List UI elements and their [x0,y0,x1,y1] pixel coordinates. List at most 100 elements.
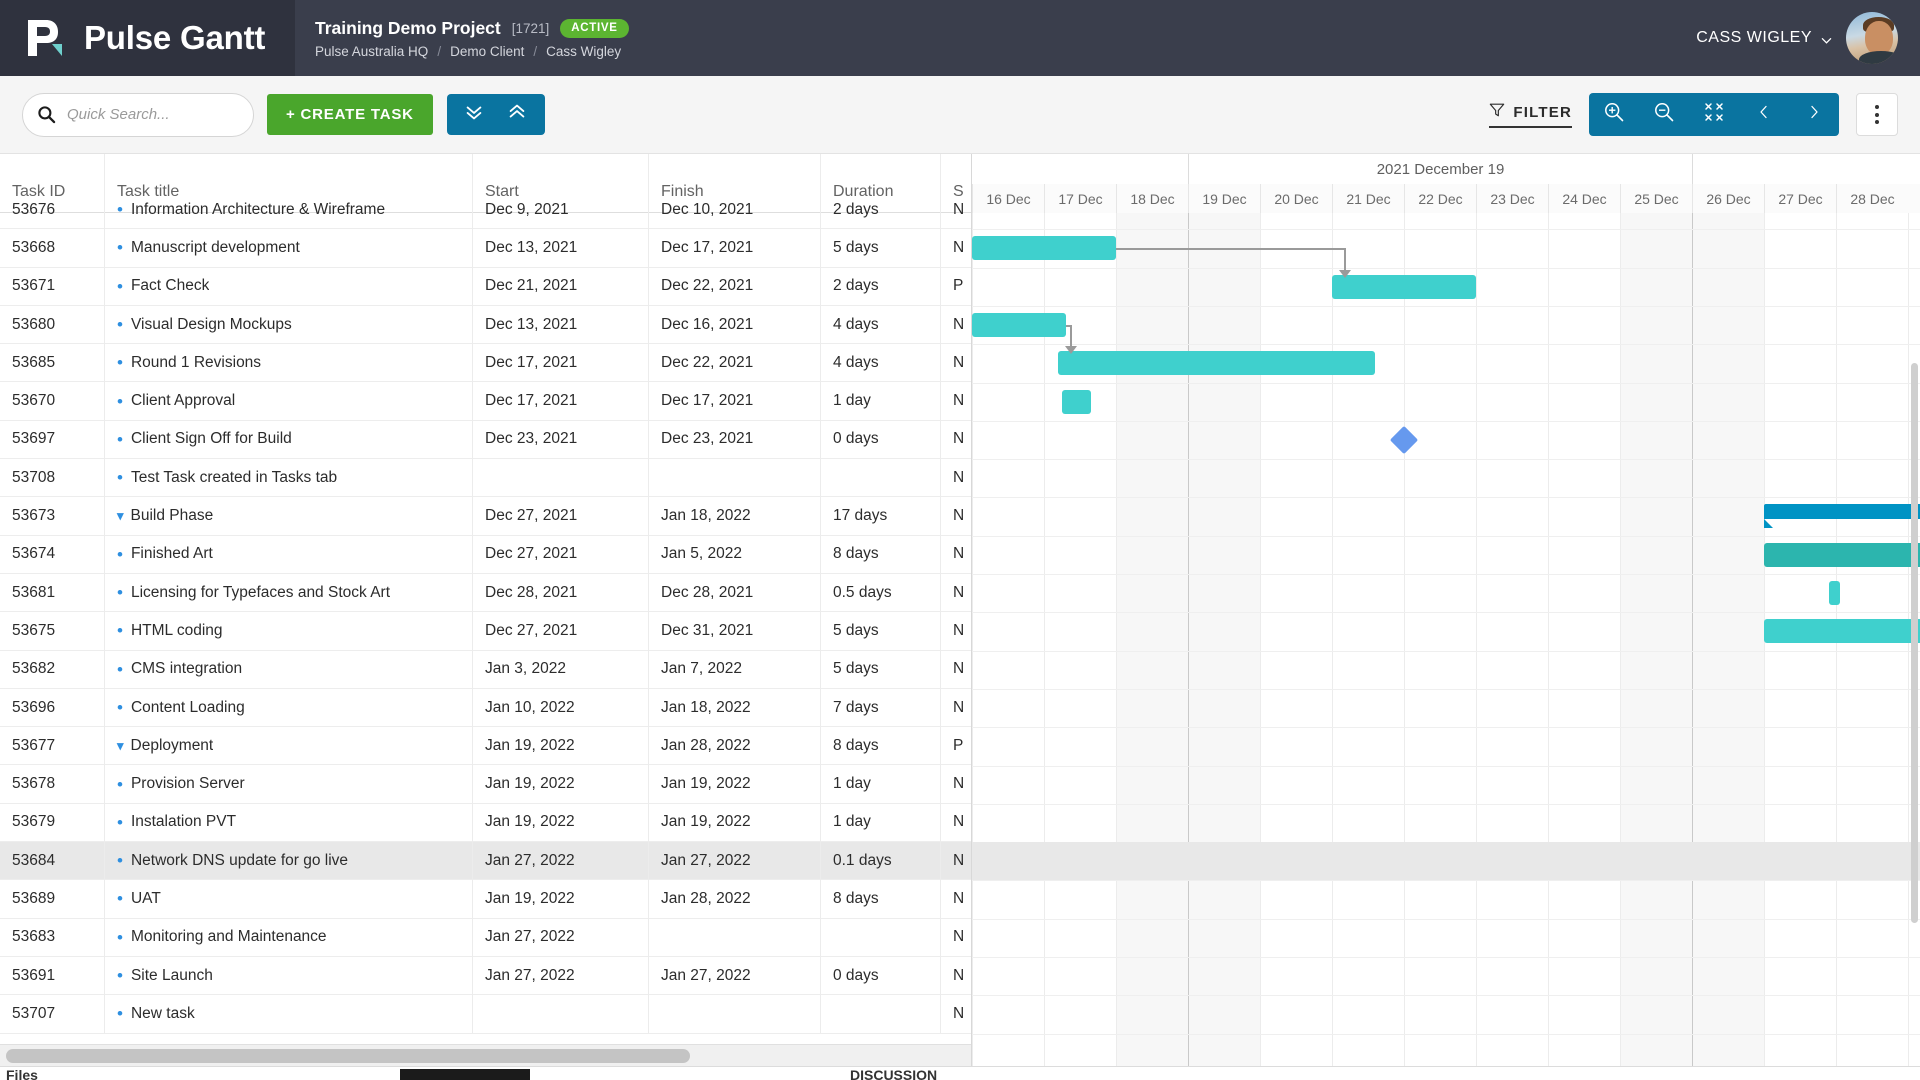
gantt-bar-53680[interactable] [972,312,1066,337]
cell-duration[interactable]: 8 days [820,726,940,765]
cell-status[interactable]: P [940,726,971,765]
cell-start-date[interactable]: Jan 19, 2022 [472,726,648,765]
cell-status[interactable]: N [940,764,971,804]
cell-task-title[interactable]: • Client Sign Off for Build [104,420,472,459]
cell-finish-date[interactable]: Dec 31, 2021 [648,611,820,651]
cell-task-title[interactable]: • Licensing for Typefaces and Stock Art [104,573,472,612]
cell-task-title[interactable]: • Instalation PVT [104,803,472,842]
cell-task-title[interactable]: • Client Approval [104,381,472,421]
gantt-bar-53671[interactable] [1332,274,1476,299]
cell-finish-date[interactable]: Dec 28, 2021 [648,573,820,612]
cell-start-date[interactable]: Dec 9, 2021 [472,190,648,229]
cell-finish-date[interactable]: Dec 22, 2021 [648,267,820,306]
cell-finish-date[interactable]: Dec 22, 2021 [648,343,820,382]
task-table-hscroll-thumb[interactable] [6,1049,690,1063]
cell-finish-date[interactable]: Jan 18, 2022 [648,496,820,536]
cell-start-date[interactable]: Dec 27, 2021 [472,611,648,651]
cell-finish-date[interactable]: Jan 5, 2022 [648,535,820,574]
cell-task-title[interactable]: • Test Task created in Tasks tab [104,458,472,497]
cell-status[interactable]: N [940,841,971,880]
cell-duration[interactable]: 0.5 days [820,573,940,612]
cell-task-title[interactable]: • HTML coding [104,611,472,651]
cell-start-date[interactable]: Jan 3, 2022 [472,650,648,689]
cell-duration[interactable]: 4 days [820,343,940,382]
breadcrumb-item-org[interactable]: Pulse Australia HQ [315,44,428,59]
cell-status[interactable]: N [940,573,971,612]
gantt-bar-53670[interactable] [1062,389,1091,414]
cell-status[interactable]: N [940,956,971,995]
table-row[interactable]: 53697 • Client Sign Off for Build Dec 23, 2… [0,420,971,460]
cell-status[interactable]: N [940,535,971,574]
cell-duration[interactable] [820,918,940,957]
cell-start-date[interactable]: Dec 13, 2021 [472,228,648,268]
table-row[interactable]: 53671 • Fact Check Dec 21, 2021 Dec 22, 2021… [0,267,971,306]
cell-status[interactable]: N [940,879,971,919]
gantt-bar-53674[interactable] [1764,542,1920,567]
cell-duration[interactable]: 0 days [820,420,940,459]
cell-start-date[interactable]: Jan 27, 2022 [472,841,648,880]
cell-duration[interactable]: 5 days [820,228,940,268]
cell-task-title[interactable]: • Site Launch [104,956,472,995]
cell-start-date[interactable]: Dec 13, 2021 [472,305,648,344]
cell-finish-date[interactable] [648,458,820,497]
filter-button[interactable]: FILTER [1489,102,1572,128]
cell-status[interactable]: N [940,420,971,459]
gantt-bar-53673[interactable] [1764,504,1920,529]
table-row[interactable]: 53691 • Site Launch Jan 27, 2022 Jan 27, 202… [0,956,971,996]
cell-status[interactable]: N [940,918,971,957]
cell-start-date[interactable]: Jan 10, 2022 [472,688,648,727]
cell-duration[interactable]: 8 days [820,535,940,574]
cell-task-title[interactable]: • Visual Design Mockups [104,305,472,344]
cell-finish-date[interactable] [648,994,820,1034]
brand-area[interactable]: Pulse Gantt [0,0,295,76]
cell-finish-date[interactable]: Jan 28, 2022 [648,879,820,919]
cell-duration[interactable]: 5 days [820,611,940,651]
cell-task-title[interactable]: • Fact Check [104,267,472,306]
table-row[interactable]: 53684 • Network DNS update for go live Jan … [0,841,971,881]
cell-duration[interactable]: 7 days [820,688,940,727]
cell-duration[interactable]: 0.1 days [820,841,940,880]
cell-finish-date[interactable]: Dec 23, 2021 [648,420,820,459]
cell-duration[interactable]: 4 days [820,305,940,344]
cell-status[interactable]: N [940,343,971,382]
task-table-hscroll[interactable] [0,1044,971,1066]
cell-finish-date[interactable]: Jan 27, 2022 [648,841,820,880]
cell-status[interactable]: N [940,688,971,727]
table-row[interactable]: 53668 • Manuscript development Dec 13, 2021… [0,228,971,268]
table-row[interactable]: 53707 • New task N [0,994,971,1034]
cell-task-title[interactable]: ▾ Build Phase [104,496,472,536]
previous-period-button[interactable] [1739,93,1789,136]
cell-status[interactable]: N [940,228,971,268]
cell-finish-date[interactable]: Jan 19, 2022 [648,803,820,842]
table-row[interactable]: 53696 • Content Loading Jan 10, 2022 Jan 18,… [0,688,971,728]
more-options-button[interactable] [1856,93,1898,136]
cell-task-title[interactable]: • Manuscript development [104,228,472,268]
row-expand-caret-icon[interactable]: ▾ [117,738,124,754]
table-row[interactable]: 53685 • Round 1 Revisions Dec 17, 2021 Dec 2… [0,343,971,383]
cell-task-title[interactable]: • Round 1 Revisions [104,343,472,382]
table-row[interactable]: 53679 • Instalation PVT Jan 19, 2022 Jan 19,… [0,803,971,843]
cell-finish-date[interactable]: Dec 17, 2021 [648,228,820,268]
table-row[interactable]: 53682 • CMS integration Jan 3, 2022 Jan 7, 2… [0,650,971,689]
cell-task-title[interactable]: • Finished Art [104,535,472,574]
cell-finish-date[interactable]: Dec 16, 2021 [648,305,820,344]
cell-finish-date[interactable]: Jan 7, 2022 [648,650,820,689]
cell-task-title[interactable]: • UAT [104,879,472,919]
table-row[interactable]: 53680 • Visual Design Mockups Dec 13, 2021 D… [0,305,971,345]
cell-status[interactable]: N [940,650,971,689]
cell-finish-date[interactable]: Dec 10, 2021 [648,190,820,229]
table-row[interactable]: 53675 • HTML coding Dec 27, 2021 Dec 31, 202… [0,611,971,651]
cell-duration[interactable]: 1 day [820,764,940,804]
table-row[interactable]: 53676 • Information Architecture & Wirefra… [0,190,971,230]
gantt-bar-53681[interactable] [1828,581,1840,605]
cell-start-date[interactable] [472,994,648,1034]
cell-task-title[interactable]: • Content Loading [104,688,472,727]
cell-duration[interactable]: 1 day [820,803,940,842]
cell-duration[interactable] [820,994,940,1034]
cell-start-date[interactable]: Jan 27, 2022 [472,918,648,957]
table-row[interactable]: 53673 ▾ Build Phase Dec 27, 2021 Jan 18, 202… [0,496,971,536]
cell-task-title[interactable]: • CMS integration [104,650,472,689]
cell-task-title[interactable]: • New task [104,994,472,1034]
search-input[interactable] [67,106,239,123]
cell-finish-date[interactable]: Jan 27, 2022 [648,956,820,995]
